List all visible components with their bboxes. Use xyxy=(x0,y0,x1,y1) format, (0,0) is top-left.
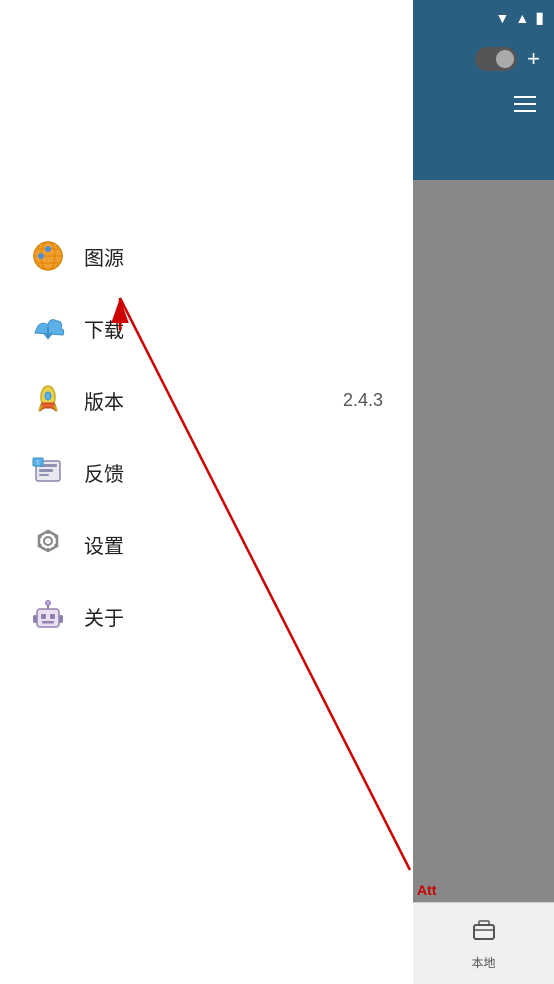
menu-item-guanyu[interactable]: 关于 xyxy=(20,580,413,652)
top-row: + xyxy=(427,46,540,72)
battery-icon: ▮ xyxy=(535,8,544,28)
right-panel: ▼ ▲ ▮ + xyxy=(413,0,554,984)
tuyuan-icon xyxy=(30,238,66,274)
banben-svg-icon xyxy=(31,383,65,417)
signal-icon: ▲ xyxy=(515,10,529,26)
bottom-tab-local[interactable]: 本地 xyxy=(413,902,554,984)
guanyu-label: 关于 xyxy=(84,602,124,631)
guanyu-svg-icon xyxy=(31,599,65,633)
xiazai-label: 下载 xyxy=(84,314,124,343)
status-bar: ▼ ▲ ▮ xyxy=(413,0,554,36)
menu-item-shezhi[interactable]: 设置 xyxy=(20,508,413,580)
xiazai-icon xyxy=(30,310,66,346)
menu-item-banben[interactable]: 版本 2.4.3 xyxy=(20,364,413,436)
wifi-icon: ▼ xyxy=(495,10,509,26)
tuyuan-label: 图源 xyxy=(84,242,124,271)
guanyu-icon xyxy=(30,598,66,634)
add-button[interactable]: + xyxy=(527,46,540,72)
toggle-button[interactable] xyxy=(475,47,517,71)
banben-value: 2.4.3 xyxy=(343,390,383,411)
shezhi-svg-icon xyxy=(31,527,65,561)
right-top-section: ▼ ▲ ▮ + xyxy=(413,0,554,180)
hamburger-menu-icon[interactable] xyxy=(510,92,540,116)
fankui-label: 反馈 xyxy=(84,458,124,487)
fankui-icon: ! xyxy=(30,454,66,490)
shezhi-icon xyxy=(30,526,66,562)
svg-text:!: ! xyxy=(37,460,39,467)
menu-item-xiazai[interactable]: 下载 xyxy=(20,292,413,364)
xiazai-svg-icon xyxy=(31,311,65,345)
drawer-menu: 图源 下载 xyxy=(0,0,413,984)
local-tab-icon xyxy=(470,917,498,950)
menu-list: 图源 下载 xyxy=(0,220,413,652)
banben-icon xyxy=(30,382,66,418)
shezhi-label: 设置 xyxy=(84,530,124,559)
banben-label: 版本 xyxy=(84,386,124,415)
menu-item-tuyuan[interactable]: 图源 xyxy=(20,220,413,292)
menu-item-fankui[interactable]: ! 反馈 xyxy=(20,436,413,508)
local-tab-label: 本地 xyxy=(471,954,495,971)
fankui-svg-icon: ! xyxy=(31,455,65,489)
tuyuan-svg-icon xyxy=(31,239,65,273)
